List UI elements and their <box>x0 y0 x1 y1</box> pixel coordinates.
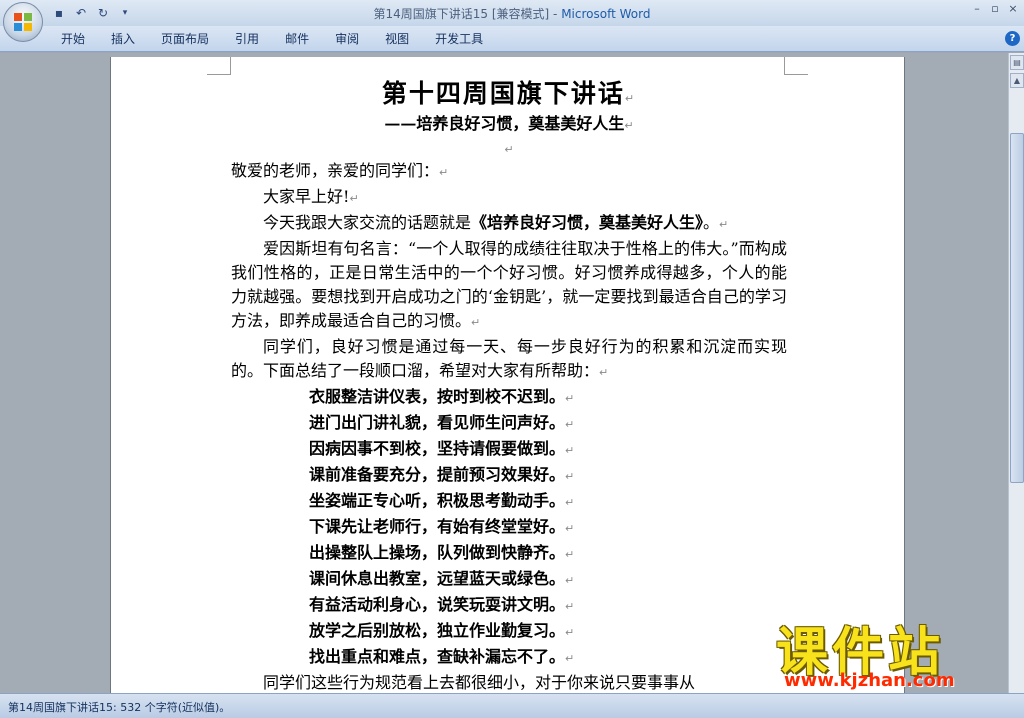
title-bar: ▪ ↶ ↻ ▾ 第14周国旗下讲话15 [兼容模式] - Microsoft W… <box>0 0 1024 42</box>
restore-icon[interactable]: ▫ <box>988 2 1002 16</box>
verse-line: 因病因事不到校，坚持请假要做到。↵ <box>309 439 575 458</box>
verse-line: 课间休息出教室，远望蓝天或绿色。↵ <box>309 569 575 588</box>
window-controls: – ▫ × <box>970 2 1020 16</box>
verse-line: 有益活动利身心，说笑玩耍讲文明。↵ <box>309 595 575 614</box>
tab-developer[interactable]: 开发工具 <box>422 30 496 48</box>
verse-line: 课前准备要充分，提前预习效果好。↵ <box>309 465 575 484</box>
minimize-icon[interactable]: – <box>970 2 984 16</box>
hello-paragraph: 大家早上好!↵ <box>263 187 359 206</box>
watermark: 课件站 www.kjzhan.com <box>770 610 1010 695</box>
verse-line: 出操整队上操场，队列做到快静齐。↵ <box>309 543 575 562</box>
tab-page-layout[interactable]: 页面布局 <box>148 30 222 48</box>
vertical-scrollbar[interactable]: ▤ ▲ <box>1008 53 1024 693</box>
verse-line: 放学之后别放松，独立作业勤复习。↵ <box>309 621 575 640</box>
tab-insert[interactable]: 插入 <box>98 30 148 48</box>
ribbon-tabs: 开始 插入 页面布局 引用 邮件 审阅 视图 开发工具 <box>48 30 496 48</box>
scroll-up-icon[interactable]: ▲ <box>1010 73 1024 88</box>
verse-line: 进门出门讲礼貌，看见师生问声好。↵ <box>309 413 575 432</box>
verse-line: 找出重点和难点，查缺补漏忘不了。↵ <box>309 647 575 666</box>
verse-line: 下课先让老师行，有始有终堂堂好。↵ <box>309 517 575 536</box>
ruler-toggle-icon[interactable]: ▤ <box>1010 55 1024 70</box>
verse-line: 坐姿端正专心听，积极思考勤动手。↵ <box>309 491 575 510</box>
doc-subtitle: ——培养良好习惯，奠基美好人生↵ <box>384 114 634 133</box>
status-word-count[interactable]: 第14周国旗下讲话15: 532 个字符(近似值)。 <box>8 699 230 715</box>
tab-home[interactable]: 开始 <box>48 30 98 48</box>
margin-corner-mark <box>784 57 808 75</box>
window-title: 第14周国旗下讲话15 [兼容模式] - Microsoft Word <box>373 7 651 21</box>
document-workspace: 第十四周国旗下讲话↵ ——培养良好习惯，奠基美好人生↵ ↵ 敬爱的老师，亲爱的同… <box>0 53 1008 717</box>
office-logo-icon <box>14 13 32 31</box>
doc-title: 第十四周国旗下讲话↵ <box>381 79 637 108</box>
scrollbar-thumb[interactable] <box>1010 133 1024 483</box>
quote-paragraph: 爱因斯坦有句名言：“一个人取得的成绩往往取决于性格上的伟大。”而构成我们性格的，… <box>231 239 787 330</box>
intro-paragraph: 同学们，良好习惯是通过每一天、每一步良好行为的积累和沉淀而实现的。下面总结了一段… <box>231 337 787 380</box>
greeting-paragraph: 敬爱的老师，亲爱的同学们：↵ <box>231 161 449 180</box>
tab-mailings[interactable]: 邮件 <box>272 30 322 48</box>
status-bar: 第14周国旗下讲话15: 532 个字符(近似值)。 <box>0 693 1024 718</box>
help-icon[interactable]: ? <box>1005 31 1020 46</box>
closing-paragraph: 同学们这些行为规范看上去都很细小，对于你来说只要事事从 <box>263 673 696 692</box>
blank-paragraph: ↵ <box>504 143 514 156</box>
watermark-url: www.kjzhan.com <box>784 670 955 691</box>
tab-view[interactable]: 视图 <box>372 30 422 48</box>
margin-corner-mark <box>207 57 231 75</box>
verse-line: 衣服整洁讲仪表，按时到校不迟到。↵ <box>309 387 575 406</box>
close-icon[interactable]: × <box>1006 2 1020 16</box>
office-button[interactable] <box>3 2 43 42</box>
topic-paragraph: 今天我跟大家交流的话题就是《培养良好习惯，奠基美好人生》。↵ <box>263 213 729 232</box>
document-body: 第十四周国旗下讲话↵ ——培养良好习惯，奠基美好人生↵ ↵ 敬爱的老师，亲爱的同… <box>231 77 787 695</box>
tab-references[interactable]: 引用 <box>222 30 272 48</box>
ribbon: 开始 插入 页面布局 引用 邮件 审阅 视图 开发工具 ? <box>0 26 1024 52</box>
tab-review[interactable]: 审阅 <box>322 30 372 48</box>
